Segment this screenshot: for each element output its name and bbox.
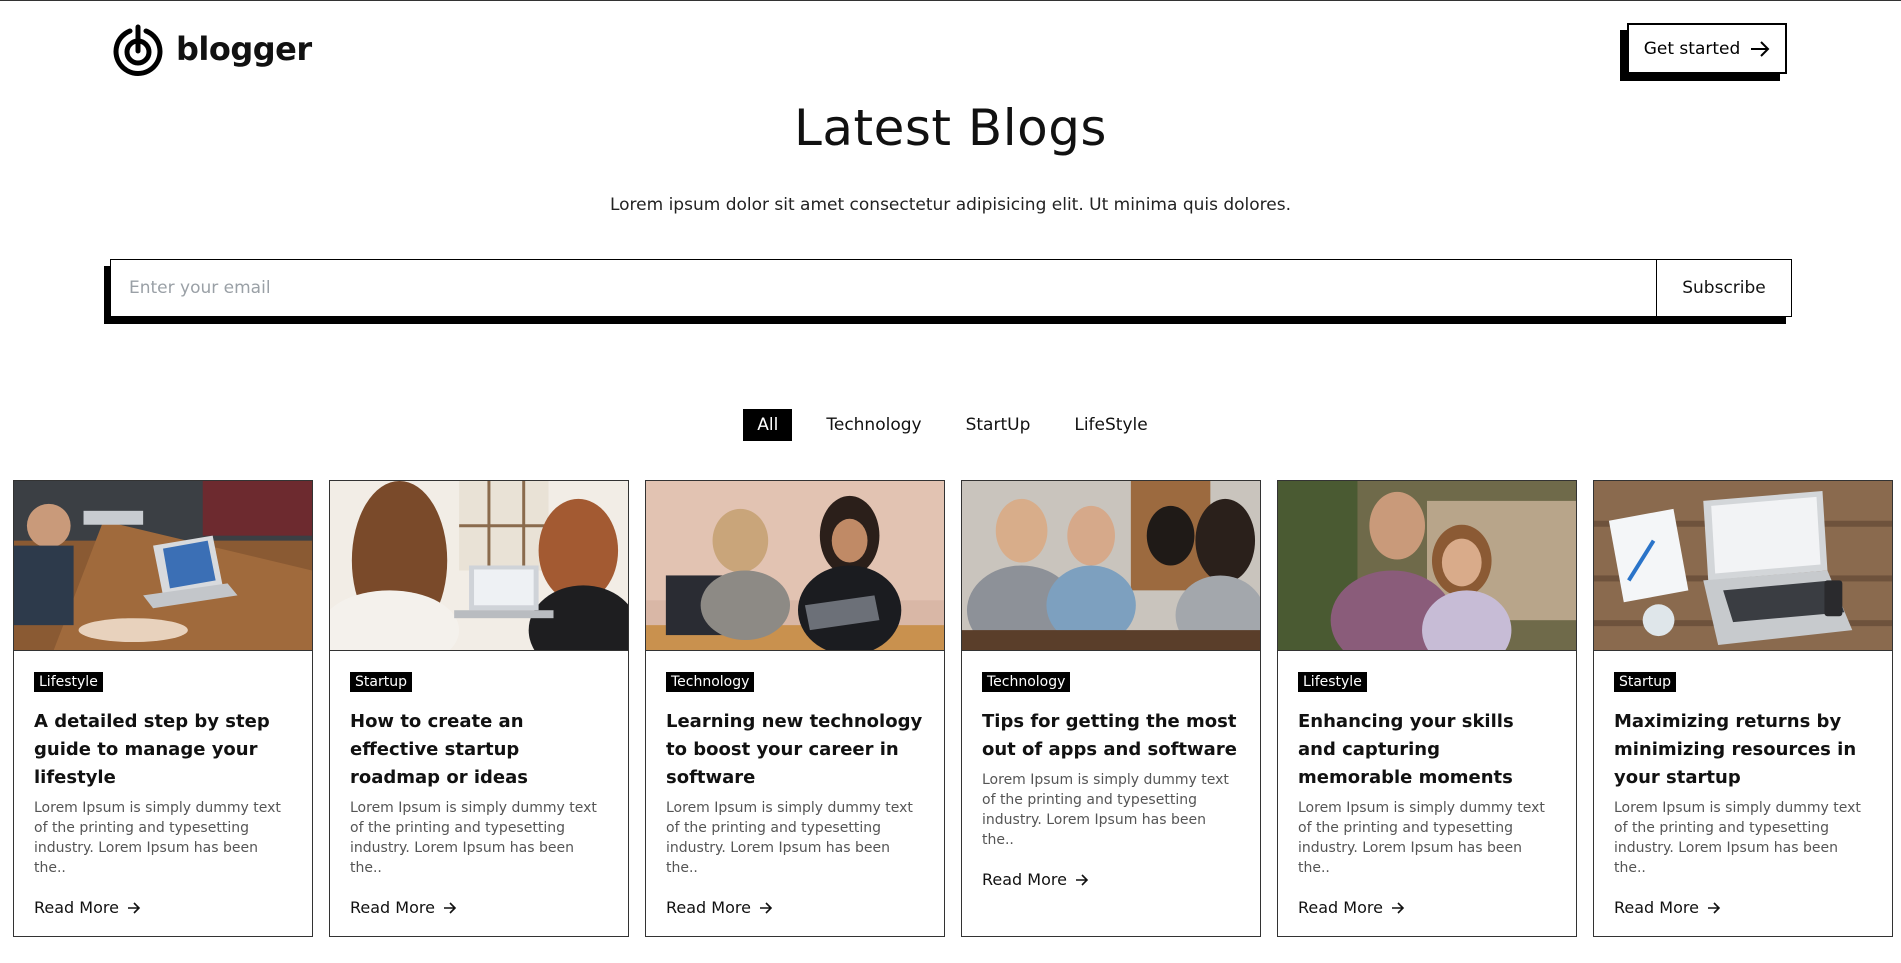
arrow-right-icon	[759, 901, 773, 914]
blog-card-title[interactable]: How to create an effective startup roadm…	[350, 708, 608, 792]
blog-card-title[interactable]: Learning new technology to boost your ca…	[666, 708, 924, 792]
blog-card[interactable]: Lifestyle Enhancing your skills and capt…	[1277, 480, 1577, 937]
read-more-link[interactable]: Read More	[1298, 898, 1405, 917]
page-title: Latest Blogs	[794, 99, 1107, 157]
email-input[interactable]	[111, 260, 1656, 316]
blog-card-image[interactable]	[646, 481, 944, 651]
blog-card-excerpt: Lorem Ipsum is simply dummy text of the …	[1298, 800, 1545, 876]
women-tablet-meeting-photo	[646, 481, 944, 650]
top-navigation: blogger Get started	[0, 1, 1901, 97]
blog-card-image[interactable]	[1594, 481, 1892, 651]
read-more-label: Read More	[34, 898, 119, 917]
filter-tab-startup[interactable]: StartUp	[956, 409, 1041, 441]
subscribe-form: Subscribe	[104, 259, 1793, 324]
subscribe-button[interactable]: Subscribe	[1656, 260, 1791, 316]
blog-card-title[interactable]: Enhancing your skills and capturing memo…	[1298, 708, 1556, 792]
read-more-link[interactable]: Read More	[350, 898, 457, 917]
arrow-right-icon	[443, 901, 457, 914]
laptop-desk-flatlay-photo	[1594, 481, 1892, 650]
category-tag: Technology	[666, 672, 755, 692]
arrow-right-icon	[1707, 901, 1721, 914]
blog-card[interactable]: Technology Tips for getting the most out…	[961, 480, 1261, 937]
blog-card-image[interactable]	[1278, 481, 1576, 651]
blog-card-image[interactable]	[14, 481, 312, 651]
blog-card-image[interactable]	[330, 481, 628, 651]
read-more-link[interactable]: Read More	[982, 870, 1089, 889]
arrow-right-icon	[127, 901, 141, 914]
get-started-label: Get started	[1643, 38, 1741, 59]
read-more-label: Read More	[1298, 898, 1383, 917]
brand-name: blogger	[176, 30, 312, 68]
blog-card-body: Startup Maximizing returns by minimizing…	[1594, 651, 1892, 917]
get-started-button-wrap: Get started	[1620, 23, 1794, 81]
couple-portrait-photo	[1278, 481, 1576, 650]
blog-card-excerpt: Lorem Ipsum is simply dummy text of the …	[34, 800, 281, 876]
blog-card-title[interactable]: Tips for getting the most out of apps an…	[982, 708, 1240, 764]
arrow-right-icon	[1075, 873, 1089, 886]
blog-card-body: Lifestyle Enhancing your skills and capt…	[1278, 651, 1576, 917]
read-more-link[interactable]: Read More	[1614, 898, 1721, 917]
read-more-link[interactable]: Read More	[666, 898, 773, 917]
category-tag: Startup	[1614, 672, 1676, 692]
read-more-label: Read More	[350, 898, 435, 917]
blog-card-excerpt: Lorem Ipsum is simply dummy text of the …	[350, 800, 597, 876]
get-started-button[interactable]: Get started	[1627, 23, 1787, 74]
arrow-right-icon	[1391, 901, 1405, 914]
two-women-laptop-photo	[330, 481, 628, 650]
blog-card-image[interactable]	[962, 481, 1260, 651]
blog-card-body: Lifestyle A detailed step by step guide …	[14, 651, 312, 917]
read-more-label: Read More	[666, 898, 751, 917]
blog-card-excerpt: Lorem Ipsum is simply dummy text of the …	[982, 772, 1229, 848]
blog-card[interactable]: Technology Learning new technology to bo…	[645, 480, 945, 937]
subscribe-box: Subscribe	[110, 259, 1792, 317]
filter-tab-all[interactable]: All	[743, 409, 793, 441]
power-target-logo-icon	[113, 24, 163, 76]
blog-card-excerpt: Lorem Ipsum is simply dummy text of the …	[666, 800, 913, 876]
blog-card-title[interactable]: Maximizing returns by minimizing resourc…	[1614, 708, 1872, 792]
filter-tab-technology[interactable]: Technology	[816, 409, 931, 441]
read-more-link[interactable]: Read More	[34, 898, 141, 917]
blog-card-title[interactable]: A detailed step by step guide to manage …	[34, 708, 292, 792]
category-tag: Startup	[350, 672, 412, 692]
blog-card-body: Technology Learning new technology to bo…	[646, 651, 944, 917]
category-filter-tabs: All Technology StartUp LifeStyle	[0, 409, 1901, 441]
blog-card[interactable]: Startup Maximizing returns by minimizing…	[1593, 480, 1893, 937]
blog-card[interactable]: Startup How to create an effective start…	[329, 480, 629, 937]
page-subtitle: Lorem ipsum dolor sit amet consectetur a…	[609, 195, 1292, 215]
category-tag: Lifestyle	[1298, 672, 1367, 692]
read-more-label: Read More	[1614, 898, 1699, 917]
filter-tab-lifestyle[interactable]: LifeStyle	[1064, 409, 1157, 441]
blog-card-body: Technology Tips for getting the most out…	[962, 651, 1260, 889]
friends-phones-table-photo	[962, 481, 1260, 650]
blog-card-body: Startup How to create an effective start…	[330, 651, 628, 917]
category-tag: Lifestyle	[34, 672, 103, 692]
category-tag: Technology	[982, 672, 1071, 692]
read-more-label: Read More	[982, 870, 1067, 889]
blog-card[interactable]: Lifestyle A detailed step by step guide …	[13, 480, 313, 937]
arrow-right-icon	[1751, 40, 1770, 57]
blog-card-grid: Lifestyle A detailed step by step guide …	[13, 480, 1893, 937]
team-meeting-laptop-photo	[14, 481, 312, 650]
blog-card-excerpt: Lorem Ipsum is simply dummy text of the …	[1614, 800, 1861, 876]
brand-logo[interactable]: blogger	[110, 21, 312, 77]
